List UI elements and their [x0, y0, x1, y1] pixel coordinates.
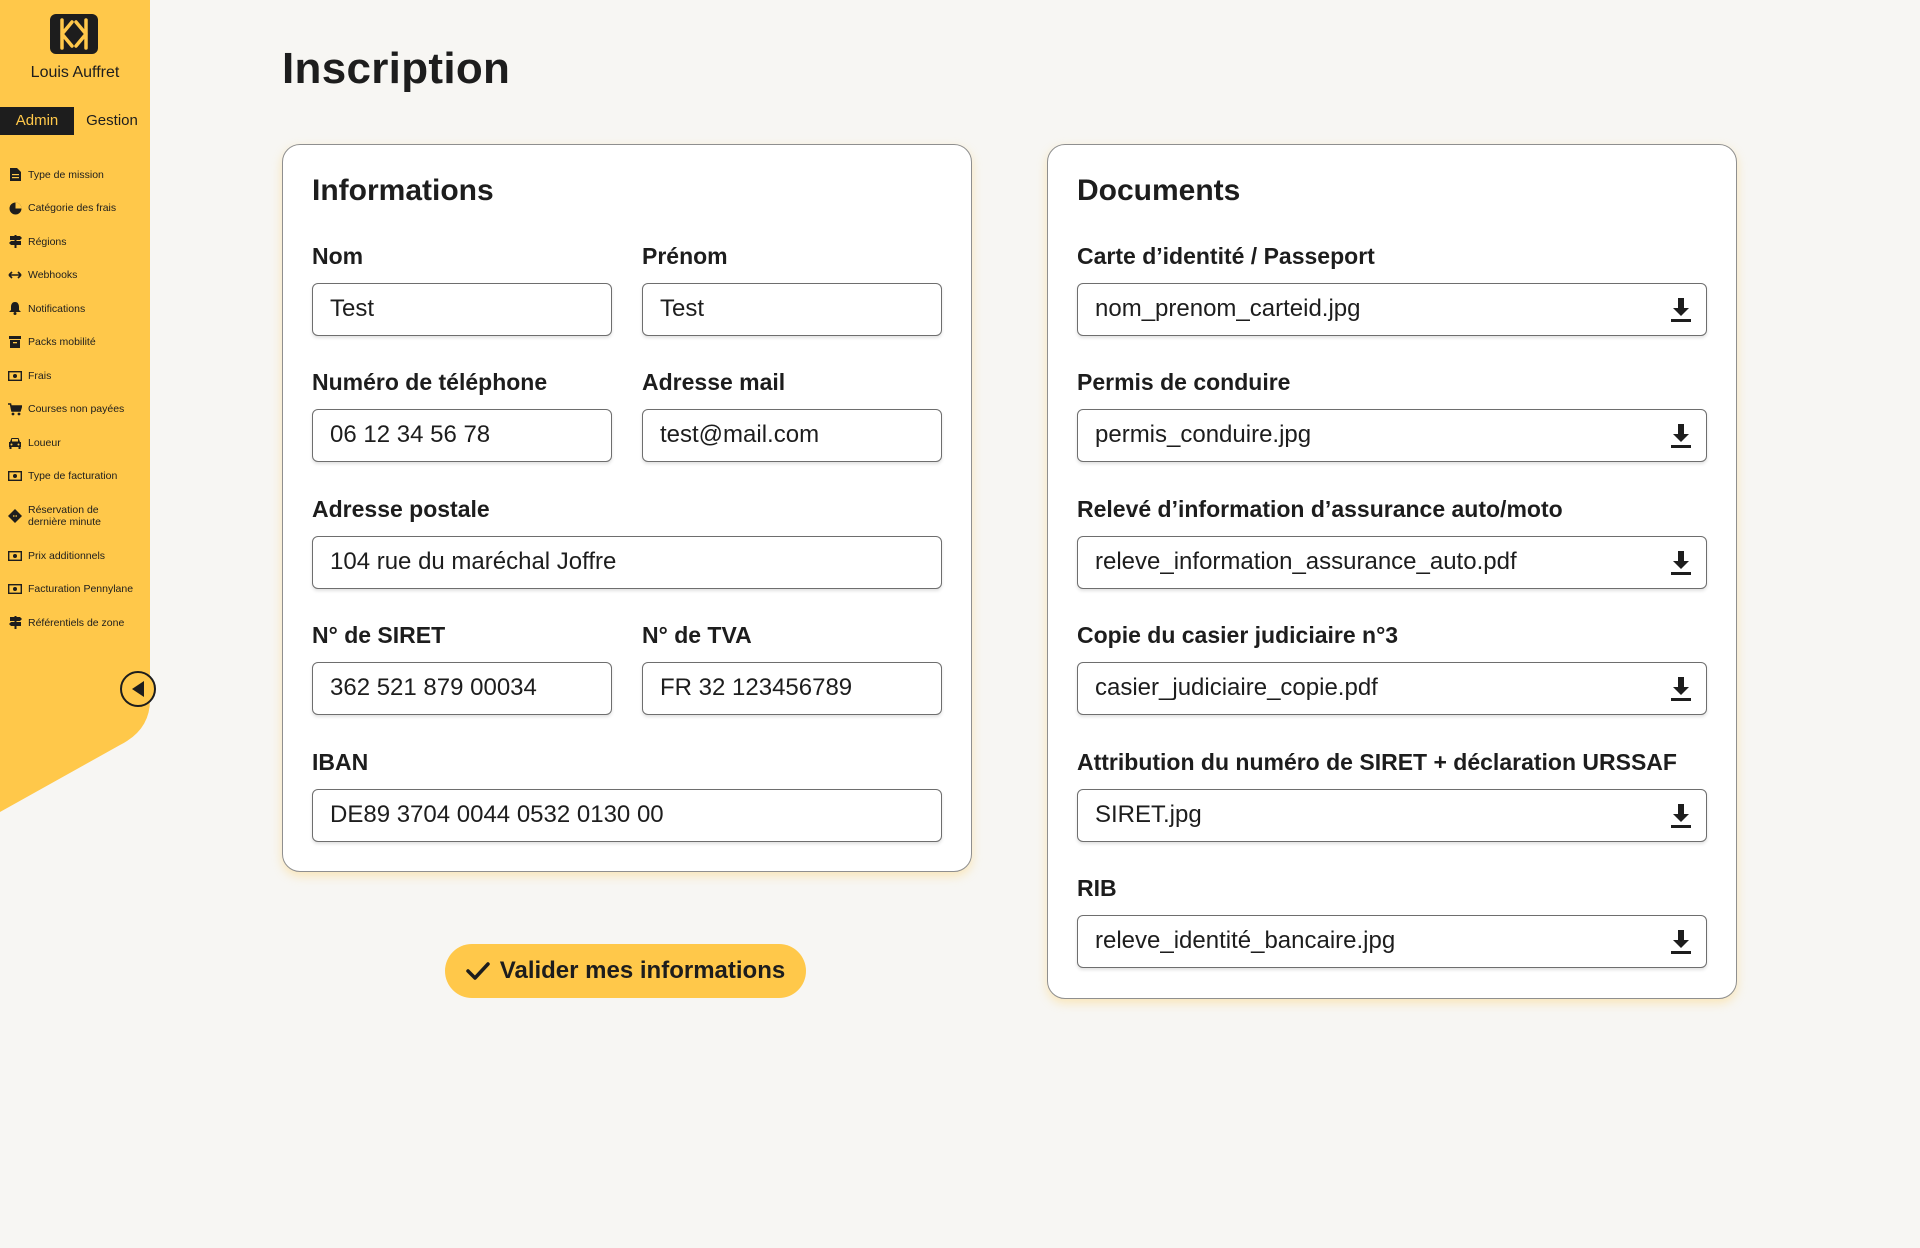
prenom-label: Prénom	[642, 243, 728, 269]
document-label: Attribution du numéro de SIRET + déclara…	[1077, 749, 1677, 775]
triangle-left-icon	[132, 681, 144, 697]
car-icon	[8, 436, 22, 450]
page-title: Inscription	[282, 44, 511, 93]
money-icon	[8, 549, 22, 563]
sidebar-item-label: Webhooks	[28, 269, 78, 282]
document-file-field[interactable]: SIRET.jpg	[1077, 789, 1707, 842]
sidebar-item-type-de-facturation[interactable]: Type de facturation	[8, 460, 148, 494]
money-icon	[8, 469, 22, 483]
download-icon[interactable]	[1668, 928, 1694, 956]
adresse-label: Adresse postale	[312, 496, 490, 522]
document-label: RIB	[1077, 875, 1117, 901]
document-filename: releve_information_assurance_auto.pdf	[1095, 548, 1517, 575]
sidebar-item-courses-non-payees[interactable]: Courses non payées	[8, 393, 148, 427]
telephone-label: Numéro de téléphone	[312, 369, 548, 395]
document-filename: releve_identité_bancaire.jpg	[1095, 927, 1396, 954]
sidebar-item-label: Réservation de dernière minute	[28, 504, 101, 528]
document-label: Copie du casier judiciaire n°3	[1077, 622, 1399, 648]
sidebar-item-label: Référentiels de zone	[28, 616, 125, 629]
role-tabs: Admin Gestion	[0, 107, 150, 135]
sidebar-item-prix-additionnels[interactable]: Prix additionnels	[8, 539, 148, 573]
sidebar-item-loueur[interactable]: Loueur	[8, 426, 148, 460]
sidebar-item-type-de-mission[interactable]: Type de mission	[8, 158, 148, 192]
document-label: Permis de conduire	[1077, 369, 1291, 395]
package-icon	[8, 335, 22, 349]
iban-label: IBAN	[312, 749, 369, 775]
document-file-field[interactable]: nom_prenom_carteid.jpg	[1077, 283, 1707, 336]
collapse-sidebar-button[interactable]	[120, 671, 156, 707]
sidebar-item-label: Régions	[28, 235, 67, 248]
iban-input[interactable]: DE89 3704 0044 0532 0130 00	[312, 789, 942, 842]
sidebar-item-packs-mobilite[interactable]: Packs mobilité	[8, 326, 148, 360]
signpost-icon	[8, 616, 22, 630]
download-icon[interactable]	[1668, 802, 1694, 830]
document-icon	[8, 168, 22, 182]
sidebar-item-label: Catégorie des frais	[28, 202, 117, 215]
document-label: Relevé d’information d’assurance auto/mo…	[1077, 496, 1563, 522]
download-icon[interactable]	[1668, 422, 1694, 450]
document-file-field[interactable]: releve_information_assurance_auto.pdf	[1077, 536, 1707, 589]
sidebar-item-label: Type de mission	[28, 168, 104, 181]
download-icon[interactable]	[1668, 549, 1694, 577]
sidebar-item-label: Courses non payées	[28, 403, 125, 416]
sidebar-item-frais[interactable]: Frais	[8, 359, 148, 393]
informations-title: Informations	[312, 174, 494, 207]
document-file-field[interactable]: casier_judiciaire_copie.pdf	[1077, 662, 1707, 715]
tab-admin[interactable]: Admin	[0, 107, 74, 135]
siret-input[interactable]: 362 521 879 00034	[312, 662, 612, 715]
sidebar-nav: Type de mission Catégorie des frais Régi…	[8, 158, 148, 640]
sidebar-item-regions[interactable]: Régions	[8, 225, 148, 259]
money-icon	[8, 369, 22, 383]
document-filename: nom_prenom_carteid.jpg	[1095, 295, 1361, 322]
ticket-icon	[8, 509, 22, 523]
download-icon[interactable]	[1668, 675, 1694, 703]
document-filename: permis_conduire.jpg	[1095, 421, 1312, 448]
sidebar-item-notifications[interactable]: Notifications	[8, 292, 148, 326]
submit-button[interactable]: Valider mes informations	[445, 944, 806, 998]
informations-card: Informations Nom Test Prénom Test Numéro…	[282, 144, 972, 872]
sidebar-item-categorie-des-frais[interactable]: Catégorie des frais	[8, 192, 148, 226]
tva-label: N° de TVA	[642, 622, 752, 648]
nom-label: Nom	[312, 243, 364, 269]
pie-chart-icon	[8, 201, 22, 215]
document-file-field[interactable]: releve_identité_bancaire.jpg	[1077, 915, 1707, 968]
sidebar-item-label: Notifications	[28, 302, 86, 315]
bell-icon	[8, 302, 22, 316]
submit-label: Valider mes informations	[499, 957, 786, 984]
document-filename: SIRET.jpg	[1095, 801, 1202, 828]
documents-card: Documents Carte d’identité / Passeport n…	[1047, 144, 1737, 999]
telephone-input[interactable]: 06 12 34 56 78	[312, 409, 612, 462]
sidebar-item-webhooks[interactable]: Webhooks	[8, 259, 148, 293]
user-name: Louis Auffret	[30, 64, 120, 81]
nom-input[interactable]: Test	[312, 283, 612, 336]
company-logo	[50, 14, 98, 54]
download-icon[interactable]	[1668, 296, 1694, 324]
sidebar-item-label: Frais	[28, 369, 52, 382]
cart-icon	[8, 402, 22, 416]
adresse-input[interactable]: 104 rue du maréchal Joffre	[312, 536, 942, 589]
document-filename: casier_judiciaire_copie.pdf	[1095, 674, 1378, 701]
email-input[interactable]: test@mail.com	[642, 409, 942, 462]
email-label: Adresse mail	[642, 369, 786, 395]
sidebar-item-referentiels-de-zone[interactable]: Référentiels de zone	[8, 606, 148, 640]
sidebar-item-reservation-derniere-minute[interactable]: Réservation de dernière minute	[8, 493, 148, 539]
arrows-horizontal-icon	[8, 268, 22, 282]
sidebar-item-label: Facturation Pennylane	[28, 583, 134, 596]
sidebar: Louis Auffret Admin Gestion Type de miss…	[0, 0, 156, 760]
sidebar-item-label: Prix additionnels	[28, 549, 106, 562]
sidebar-item-label: Loueur	[28, 436, 61, 449]
documents-title: Documents	[1077, 174, 1241, 207]
money-icon	[8, 582, 22, 596]
signpost-icon	[8, 235, 22, 249]
document-label: Carte d’identité / Passeport	[1077, 243, 1375, 269]
tva-input[interactable]: FR 32 123456789	[642, 662, 942, 715]
siret-label: N° de SIRET	[312, 622, 446, 648]
document-file-field[interactable]: permis_conduire.jpg	[1077, 409, 1707, 462]
checkmark-icon	[466, 962, 490, 980]
tab-gestion[interactable]: Gestion	[74, 107, 150, 135]
sidebar-item-facturation-pennylane[interactable]: Facturation Pennylane	[8, 573, 148, 607]
sidebar-item-label: Packs mobilité	[28, 336, 96, 349]
sidebar-item-label: Type de facturation	[28, 470, 118, 483]
prenom-input[interactable]: Test	[642, 283, 942, 336]
